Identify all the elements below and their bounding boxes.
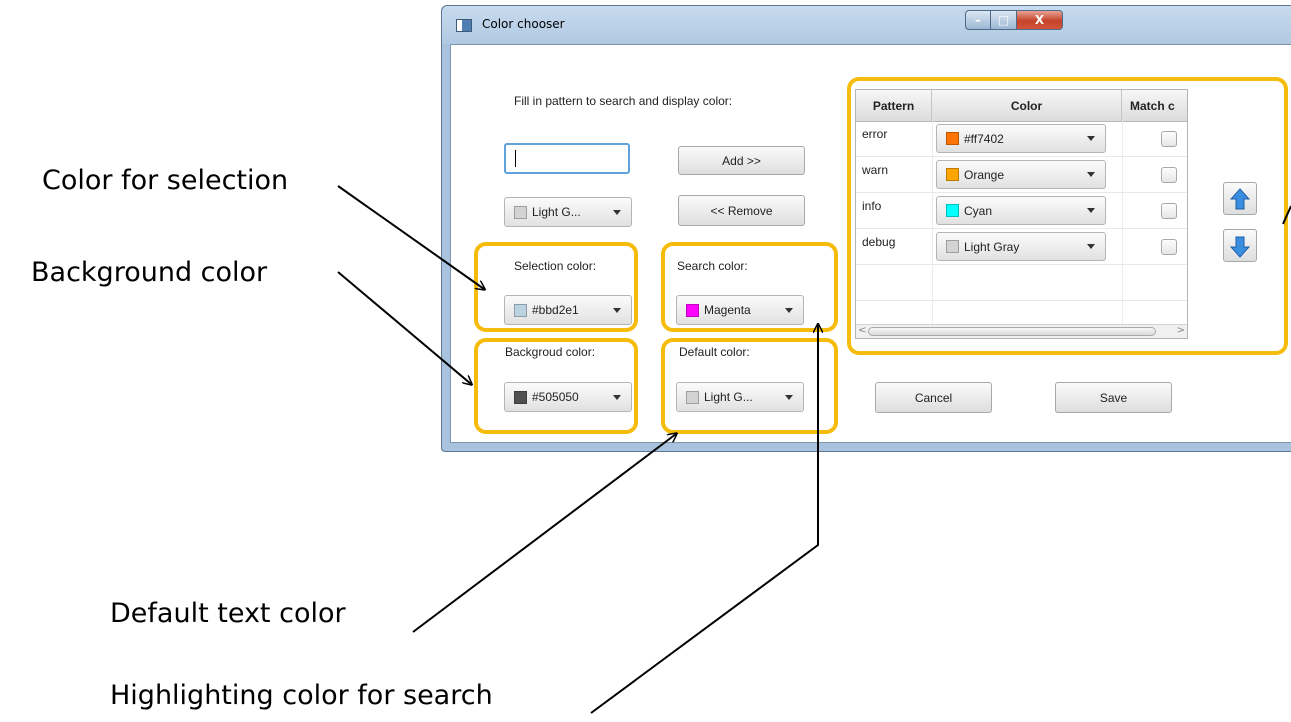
annotation-background: Background color [31, 257, 268, 288]
annotation-default-text: Default text color [110, 598, 346, 629]
annotation-search-highlight: Highlighting color for search [110, 680, 493, 711]
annotation-selection: Color for selection [42, 165, 289, 196]
